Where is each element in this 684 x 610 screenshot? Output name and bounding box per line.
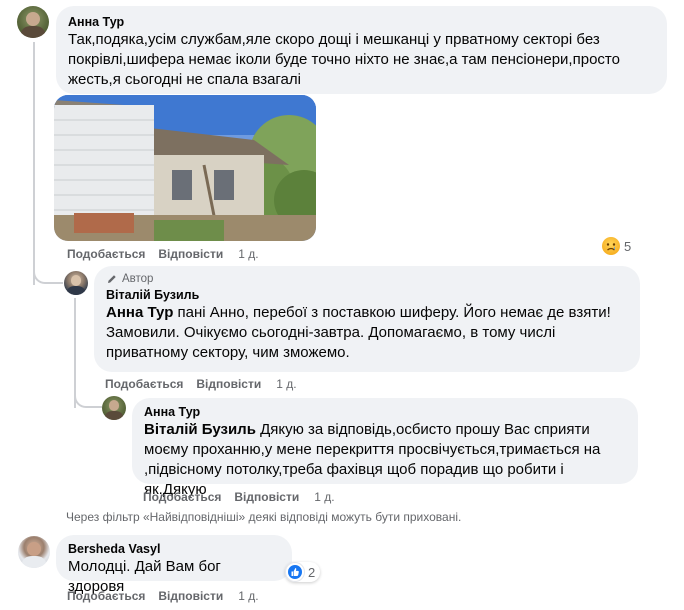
comment-author[interactable]: Анна Тур bbox=[68, 14, 655, 30]
comment-actions: Подобається Відповісти 1 д. bbox=[67, 247, 259, 261]
comment-author[interactable]: Віталій Бузиль bbox=[106, 287, 628, 303]
comment-author[interactable]: Анна Тур bbox=[144, 404, 626, 420]
mention-link[interactable]: Анна Тур bbox=[106, 304, 173, 321]
reply-bubble: Автор Віталій Бузиль Анна Тур пані Анно,… bbox=[94, 266, 640, 372]
like-button[interactable]: Подобається bbox=[67, 247, 145, 261]
pencil-icon bbox=[108, 275, 116, 283]
reply-button[interactable]: Відповісти bbox=[158, 589, 223, 603]
sad-reaction-icon bbox=[602, 237, 620, 255]
timestamp[interactable]: 1 д. bbox=[276, 377, 296, 391]
reaction-count: 2 bbox=[308, 564, 316, 580]
like-reaction-icon bbox=[286, 563, 304, 581]
filter-note: Через фільтр «Найвідповідніші» деякі від… bbox=[66, 510, 462, 524]
thread-connector-reply-2 bbox=[74, 386, 102, 408]
comment-actions: Подобається Відповісти 1 д. bbox=[143, 490, 335, 504]
comment-bubble: Анна Тур Так,подяка,усім службам,яле ско… bbox=[56, 6, 667, 94]
avatar[interactable] bbox=[64, 271, 88, 295]
comment-text: Анна Тур пані Анно, перебої з поставкою … bbox=[106, 303, 628, 363]
reaction-summary[interactable]: 5 bbox=[602, 237, 631, 255]
comment-bubble: Bersheda Vasyl Молодці. Дай Вам бог здор… bbox=[56, 535, 292, 595]
comment-actions: Подобається Відповісти 1 д. bbox=[67, 589, 259, 603]
avatar[interactable] bbox=[17, 6, 49, 38]
avatar[interactable] bbox=[102, 396, 126, 420]
reaction-summary[interactable]: 2 bbox=[285, 562, 321, 582]
timestamp[interactable]: 1 д. bbox=[314, 490, 334, 504]
like-button[interactable]: Подобається bbox=[105, 377, 183, 391]
timestamp[interactable]: 1 д. bbox=[238, 589, 258, 603]
attached-photo[interactable] bbox=[54, 95, 316, 241]
comment-text: Віталій Бузиль Дякую за відповідь,осбист… bbox=[144, 420, 626, 500]
timestamp[interactable]: 1 д. bbox=[238, 247, 258, 261]
author-badge-label: Автор bbox=[122, 273, 154, 285]
reaction-count: 5 bbox=[624, 238, 632, 254]
comment-actions: Подобається Відповісти 1 д. bbox=[105, 377, 297, 391]
like-button[interactable]: Подобається bbox=[67, 589, 145, 603]
mention-link[interactable]: Віталій Бузиль bbox=[144, 421, 256, 438]
thread-line-main bbox=[33, 42, 35, 285]
comment-body: пані Анно, перебої з поставкою шиферу. Й… bbox=[106, 304, 611, 361]
reply-button[interactable]: Відповісти bbox=[234, 490, 299, 504]
thread-connector-reply-1 bbox=[33, 262, 63, 284]
author-badge: Автор bbox=[106, 273, 628, 285]
like-button[interactable]: Подобається bbox=[143, 490, 221, 504]
reply-button[interactable]: Відповісти bbox=[196, 377, 261, 391]
comment-author[interactable]: Bersheda Vasyl bbox=[68, 541, 280, 557]
avatar[interactable] bbox=[18, 536, 50, 568]
house-photo bbox=[54, 95, 316, 241]
reply-button[interactable]: Відповісти bbox=[158, 247, 223, 261]
comment-text: Так,подяка,усім службам,яле скоро дощі і… bbox=[68, 31, 620, 88]
reply-bubble: Анна Тур Віталій Бузиль Дякую за відпові… bbox=[132, 398, 638, 498]
